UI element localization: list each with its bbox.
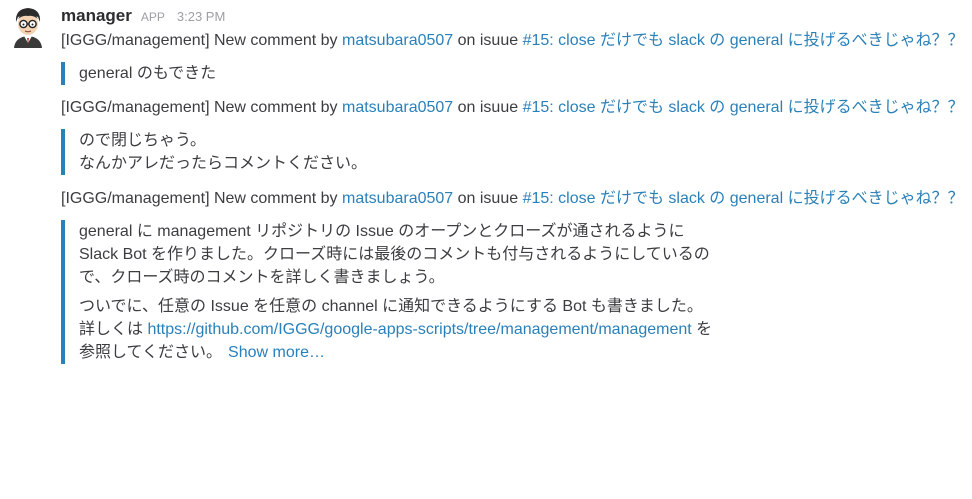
user-link[interactable]: matsubara0507 <box>342 190 453 207</box>
avatar-image <box>14 8 42 48</box>
notification-middle: on isuue <box>453 32 523 49</box>
comment-line: ので閉じちゃう。 <box>79 132 207 149</box>
issue-link[interactable]: #15: close だけでも slack の general に投げるべきじゃ… <box>523 190 964 207</box>
notification-prefix: [IGGG/management] New comment by <box>61 99 342 116</box>
message-timestamp[interactable]: 3:23 PM <box>177 9 225 24</box>
comment-quote: ので閉じちゃう。 なんかアレだったらコメントください。 <box>61 129 719 175</box>
user-link[interactable]: matsubara0507 <box>342 32 453 49</box>
issue-link[interactable]: #15: close だけでも slack の general に投げるべきじゃ… <box>523 32 964 49</box>
github-link[interactable]: https://github.com/IGGG/google-apps-scri… <box>147 321 691 338</box>
user-link[interactable]: matsubara0507 <box>342 99 453 116</box>
sender-name[interactable]: manager <box>61 6 132 26</box>
comment-paragraph: ついでに、任意の Issue を任意の channel に通知できるようにする … <box>79 295 719 364</box>
message-body: [IGGG/management] New comment by matsuba… <box>61 29 966 364</box>
comment-paragraph-text: ついでに、任意の Issue を任意の channel に通知できるようにする … <box>79 298 703 315</box>
comment-quote: general に management リポジトリの Issue のオープンと… <box>61 220 719 364</box>
notification-text: [IGGG/management] New comment by matsuba… <box>61 96 966 119</box>
show-more-link[interactable]: Show more… <box>228 344 325 361</box>
comment-paragraph: general に management リポジトリの Issue のオープンと… <box>79 223 710 286</box>
avatar[interactable] <box>10 6 46 48</box>
notification-text: [IGGG/management] New comment by matsuba… <box>61 187 966 210</box>
notification-middle: on isuue <box>453 190 523 207</box>
comment-text: general のもできた <box>79 65 217 82</box>
comment-quote: general のもできた <box>61 62 966 85</box>
comment-line: なんかアレだったらコメントください。 <box>79 155 368 172</box>
notification-prefix: [IGGG/management] New comment by <box>61 190 342 207</box>
issue-link[interactable]: #15: close だけでも slack の general に投げるべきじゃ… <box>523 99 964 116</box>
details-prefix: 詳しくは <box>79 321 148 338</box>
app-badge: APP <box>140 10 165 24</box>
notification-text: [IGGG/management] New comment by matsuba… <box>61 29 966 52</box>
notification-middle: on isuue <box>453 99 523 116</box>
message-header: manager APP 3:23 PM <box>61 6 225 28</box>
notification-prefix: [IGGG/management] New comment by <box>61 32 342 49</box>
